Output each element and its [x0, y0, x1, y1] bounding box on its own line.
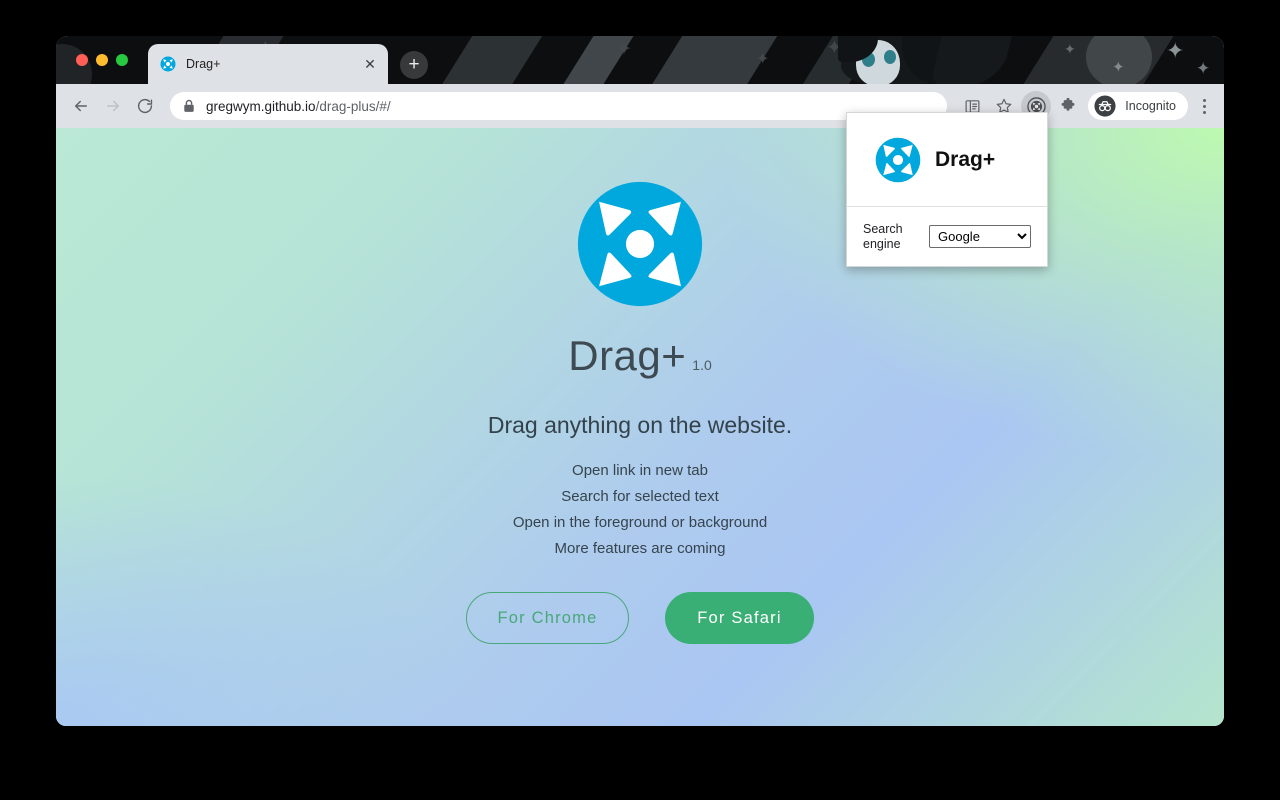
address-bar-host: gregwym.github.io [206, 98, 316, 114]
cta-row: For Chrome For Safari [466, 592, 814, 644]
search-engine-select[interactable]: Google [929, 225, 1031, 248]
three-dots-icon [1202, 98, 1206, 102]
tagline: Drag anything on the website. [487, 412, 793, 438]
for-chrome-button[interactable]: For Chrome [466, 592, 629, 644]
forward-button[interactable] [98, 91, 128, 121]
feature-list: Open link in new tab Search for selected… [513, 462, 767, 557]
address-bar-path: /drag-plus/#/ [315, 98, 391, 114]
window-controls [76, 54, 128, 66]
back-button[interactable] [66, 91, 96, 121]
tab-close-icon[interactable]: ✕ [360, 54, 380, 74]
feature-item: Open link in new tab [572, 462, 708, 479]
three-dots-icon [1202, 104, 1206, 108]
popup-body: Search engine Google [847, 207, 1047, 266]
app-version: 1.0 [692, 357, 712, 373]
extension-popup: Drag+ Search engine Google [846, 112, 1048, 267]
window-close-button[interactable] [76, 54, 88, 66]
reload-button[interactable] [130, 91, 160, 121]
tab-strip: ✦ ✦ ✦ ✦ ✦ ✦ ✦ ✦ ✦ [56, 36, 1224, 84]
three-dots-icon [1202, 110, 1206, 114]
browser-tab-title: Drag+ [186, 57, 221, 71]
incognito-badge[interactable]: Incognito [1088, 92, 1188, 120]
feature-item: More features are coming [554, 540, 726, 557]
browser-tab-active[interactable]: Drag+ ✕ [148, 44, 388, 84]
window-minimize-button[interactable] [96, 54, 108, 66]
page-content: Drag+ 1.0 Drag anything on the website. … [56, 128, 1224, 726]
arrow-left-icon [75, 100, 87, 112]
for-safari-button[interactable]: For Safari [665, 592, 814, 644]
puzzle-icon [1061, 97, 1075, 111]
reload-icon [137, 98, 153, 114]
address-bar-url: gregwym.github.io/drag-plus/#/ [206, 99, 391, 114]
arrow-right-icon [107, 100, 119, 112]
incognito-label: Incognito [1125, 99, 1176, 113]
browser-toolbar: gregwym.github.io/drag-plus/#/ Incognito [56, 84, 1224, 128]
drag-plus-logo-icon [875, 137, 921, 182]
extensions-button[interactable] [1053, 91, 1083, 121]
drag-plus-favicon-icon [160, 56, 176, 72]
search-engine-label: Search engine [863, 221, 903, 251]
feature-item: Search for selected text [561, 488, 719, 505]
app-title-row: Drag+ 1.0 [568, 332, 712, 380]
page-title: Drag+ [568, 332, 687, 379]
popup-title: Drag+ [935, 147, 996, 171]
popup-header: Drag+ [847, 113, 1047, 207]
window-maximize-button[interactable] [116, 54, 128, 66]
lock-icon [184, 99, 194, 112]
hero-section: Drag+ 1.0 Drag anything on the website. … [56, 128, 1224, 644]
browser-menu-button[interactable] [1192, 91, 1216, 121]
address-bar[interactable]: gregwym.github.io/drag-plus/#/ [170, 92, 948, 120]
feature-item: Open in the foreground or background [512, 514, 768, 531]
drag-plus-logo-icon [577, 181, 703, 307]
incognito-icon [1094, 95, 1116, 117]
new-tab-button[interactable]: + [400, 51, 428, 79]
browser-window: ✦ ✦ ✦ ✦ ✦ ✦ ✦ ✦ ✦ [56, 36, 1224, 726]
